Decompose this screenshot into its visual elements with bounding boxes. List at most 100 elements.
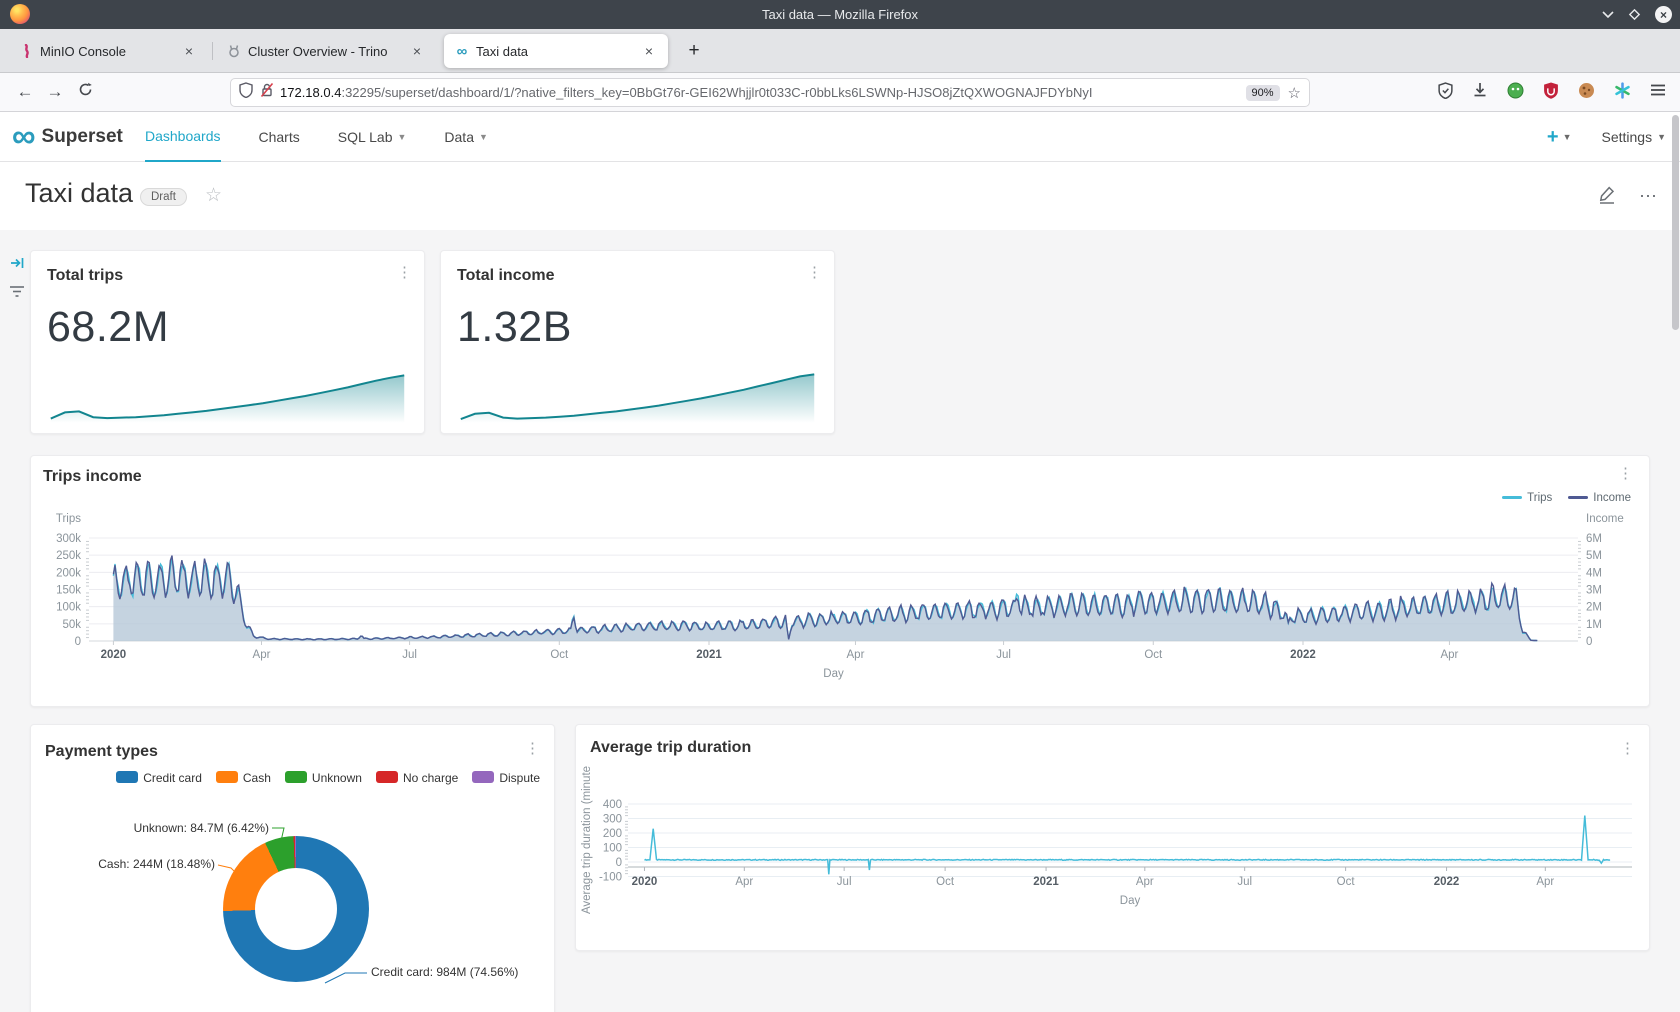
svg-text:Apr: Apr: [847, 649, 865, 661]
downloads-icon[interactable]: [1472, 82, 1488, 103]
chevron-down-icon: ▼: [1563, 132, 1572, 142]
extension-asterisk-icon[interactable]: [1614, 82, 1631, 104]
legend-label: No charge: [403, 771, 458, 785]
lock-insecure-icon[interactable]: [260, 82, 274, 103]
card-title: Payment types: [45, 743, 158, 761]
svg-text:3M: 3M: [1586, 585, 1602, 597]
url-bar[interactable]: 172.18.0.4:32295/superset/dashboard/1/?n…: [230, 78, 1310, 107]
nav-item-charts[interactable]: Charts: [259, 112, 300, 162]
svg-text:Oct: Oct: [1337, 876, 1356, 888]
svg-text:Apr: Apr: [1136, 876, 1154, 888]
settings-menu[interactable]: Settings▼: [1601, 129, 1666, 145]
svg-text:4M: 4M: [1586, 567, 1602, 579]
ublock-icon[interactable]: [1543, 82, 1559, 104]
svg-text:Day: Day: [1120, 895, 1141, 907]
maximize-icon[interactable]: [1628, 8, 1641, 21]
page-title: Taxi data: [25, 178, 133, 209]
close-icon[interactable]: ×: [1655, 6, 1672, 23]
svg-text:5M: 5M: [1586, 550, 1602, 562]
svg-text:Jul: Jul: [837, 876, 852, 888]
browser-toolbar: ← → 172.18.0.4:32295/superset/dashboard/…: [0, 73, 1680, 112]
sparkline: [43, 365, 412, 427]
legend-item[interactable]: Dispute: [472, 771, 540, 785]
legend-item[interactable]: Cash: [216, 771, 271, 785]
payment-donut[interactable]: [223, 836, 369, 982]
tab-bar: MinIO Console × Cluster Overview - Trino…: [0, 29, 1680, 73]
tab-close-icon[interactable]: ×: [408, 43, 426, 59]
reload-icon[interactable]: [70, 82, 100, 102]
brand-name: Superset: [42, 126, 123, 148]
tab-taxi-data[interactable]: ∞ Taxi data ×: [444, 34, 668, 68]
chevron-down-icon: ▼: [479, 132, 488, 142]
zoom-level-badge[interactable]: 90%: [1246, 85, 1280, 101]
legend-swatch: [285, 771, 307, 783]
kebab-menu-icon[interactable]: ⋮: [525, 739, 540, 757]
svg-text:Apr: Apr: [1536, 876, 1554, 888]
nav-item-sql-lab[interactable]: SQL Lab▼: [338, 112, 407, 162]
back-icon[interactable]: ←: [10, 82, 40, 102]
dashboard-header: Taxi data Draft ☆ ⋯: [0, 162, 1680, 230]
svg-text:300k: 300k: [56, 533, 81, 545]
legend-swatch: [376, 771, 398, 783]
tab-trino[interactable]: Cluster Overview - Trino ×: [216, 34, 436, 68]
forward-icon[interactable]: →: [40, 82, 70, 102]
bookmark-star-icon[interactable]: ☆: [1288, 84, 1301, 102]
svg-text:Jul: Jul: [1237, 876, 1252, 888]
new-tab-button[interactable]: +: [680, 37, 708, 65]
superset-favicon: ∞: [454, 43, 470, 59]
nav-item-dashboards[interactable]: Dashboards: [145, 112, 221, 162]
svg-text:Average trip duration (minute: Average trip duration (minute: [581, 766, 593, 914]
svg-text:Trips: Trips: [56, 513, 81, 525]
filter-icon[interactable]: [6, 280, 28, 302]
superset-navbar: ∞ Superset Dashboards Charts SQL Lab▼ Da…: [0, 112, 1680, 162]
url-text[interactable]: 172.18.0.4:32295/superset/dashboard/1/?n…: [280, 85, 1238, 100]
privacy-badger-icon[interactable]: [1507, 82, 1524, 104]
svg-text:Day: Day: [823, 668, 844, 680]
kebab-menu-icon[interactable]: ⋮: [807, 263, 822, 281]
legend-item[interactable]: No charge: [376, 771, 458, 785]
svg-text:2022: 2022: [1290, 649, 1316, 661]
protection-shield-icon[interactable]: [1438, 82, 1453, 104]
add-new-button[interactable]: +▼: [1547, 126, 1572, 149]
titlebar: Taxi data — Mozilla Firefox ×: [0, 0, 1680, 29]
minimize-icon[interactable]: [1602, 11, 1614, 19]
cookie-icon[interactable]: [1578, 82, 1595, 104]
svg-text:Jul: Jul: [402, 649, 417, 661]
kebab-menu-icon[interactable]: ⋮: [397, 263, 412, 281]
svg-text:2021: 2021: [1033, 876, 1059, 888]
more-options-icon[interactable]: ⋯: [1639, 186, 1658, 207]
card-title: Total trips: [47, 267, 123, 285]
svg-text:250k: 250k: [56, 550, 81, 562]
edit-pencil-icon[interactable]: [1597, 184, 1617, 209]
firefox-icon: [10, 4, 30, 24]
menu-hamburger-icon[interactable]: [1650, 83, 1666, 102]
svg-text:200: 200: [603, 828, 622, 840]
firefox-window: Taxi data — Mozilla Firefox × MinIO Cons…: [0, 0, 1680, 1012]
superset-brand[interactable]: ∞ Superset: [12, 112, 123, 162]
tab-minio-console[interactable]: MinIO Console ×: [8, 34, 208, 68]
favorite-star-icon[interactable]: ☆: [205, 184, 222, 207]
nav-item-data[interactable]: Data▼: [444, 112, 488, 162]
legend-item[interactable]: Credit card: [116, 771, 202, 785]
tab-separator: [212, 42, 213, 60]
svg-text:50k: 50k: [62, 619, 81, 631]
svg-text:0: 0: [1586, 636, 1592, 648]
superset-logo-icon: ∞: [12, 119, 36, 152]
dashboard-content: Total trips ⋮ 68.2M Total income ⋮ 1.32B…: [0, 230, 1680, 1012]
legend-label: Dispute: [499, 771, 540, 785]
svg-text:Oct: Oct: [550, 649, 569, 661]
tab-close-icon[interactable]: ×: [640, 43, 658, 59]
legend-label: Unknown: [312, 771, 362, 785]
svg-text:150k: 150k: [56, 585, 81, 597]
trino-favicon: [226, 43, 242, 59]
sparkline: [453, 365, 822, 427]
legend-item[interactable]: Unknown: [285, 771, 362, 785]
shield-icon[interactable]: [239, 82, 253, 103]
tab-close-icon[interactable]: ×: [180, 43, 198, 59]
scrollbar-thumb[interactable]: [1672, 115, 1679, 330]
svg-text:Apr: Apr: [253, 649, 271, 661]
svg-text:Income: Income: [1586, 513, 1624, 525]
expand-filter-bar-icon[interactable]: [6, 252, 28, 274]
svg-text:Oct: Oct: [1144, 649, 1163, 661]
svg-text:2M: 2M: [1586, 602, 1602, 614]
